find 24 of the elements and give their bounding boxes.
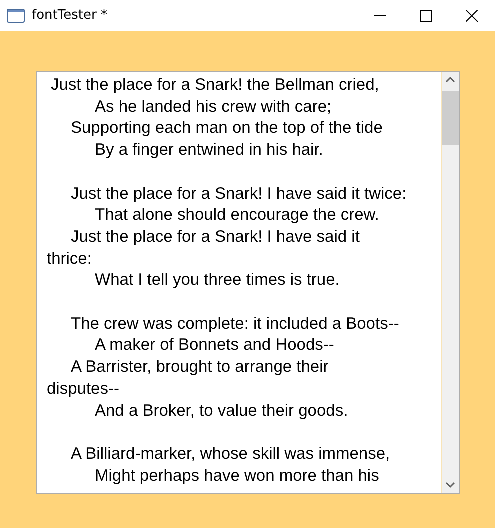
text-line: By a finger entwined in his hair. xyxy=(95,141,324,160)
window-title: fontTester * xyxy=(32,8,108,23)
maximize-icon xyxy=(420,10,432,22)
minimize-icon xyxy=(374,15,386,16)
close-icon xyxy=(466,10,478,22)
text-line: disputes-- xyxy=(47,380,120,398)
text-line: A Billiard-marker, whose skill was immense, xyxy=(71,444,390,463)
scrollbar-thumb[interactable] xyxy=(442,91,459,145)
text-line: Just the place for a Snark! the Bellman cried, xyxy=(51,76,380,94)
text-area[interactable] xyxy=(36,71,460,494)
text-line: What I tell you three times is true. xyxy=(95,271,340,290)
text-line: Supporting each man on the top of the tide xyxy=(71,119,383,138)
text-line: Just the place for a Snark! I have said it twice: xyxy=(71,184,407,202)
text-line: The crew was complete: it included a Boots-- xyxy=(71,314,400,333)
window-icon xyxy=(7,8,25,22)
text-line: As he landed his crew with care; xyxy=(95,98,332,116)
text-line: A maker of Bonnets and Hoods-- xyxy=(95,336,334,354)
text-line: And a Broker, to value their goods. xyxy=(95,402,348,420)
text-line: A Barrister, brought to arrange their xyxy=(71,358,329,376)
scrollbar[interactable] xyxy=(441,72,459,493)
text-line: That alone should encourage the crew. xyxy=(95,206,380,224)
text-line: thrice: xyxy=(47,250,92,268)
text-line: Just the place for a Snark! I have said it xyxy=(71,228,360,246)
text-line: Might perhaps have won more than his xyxy=(95,466,380,485)
